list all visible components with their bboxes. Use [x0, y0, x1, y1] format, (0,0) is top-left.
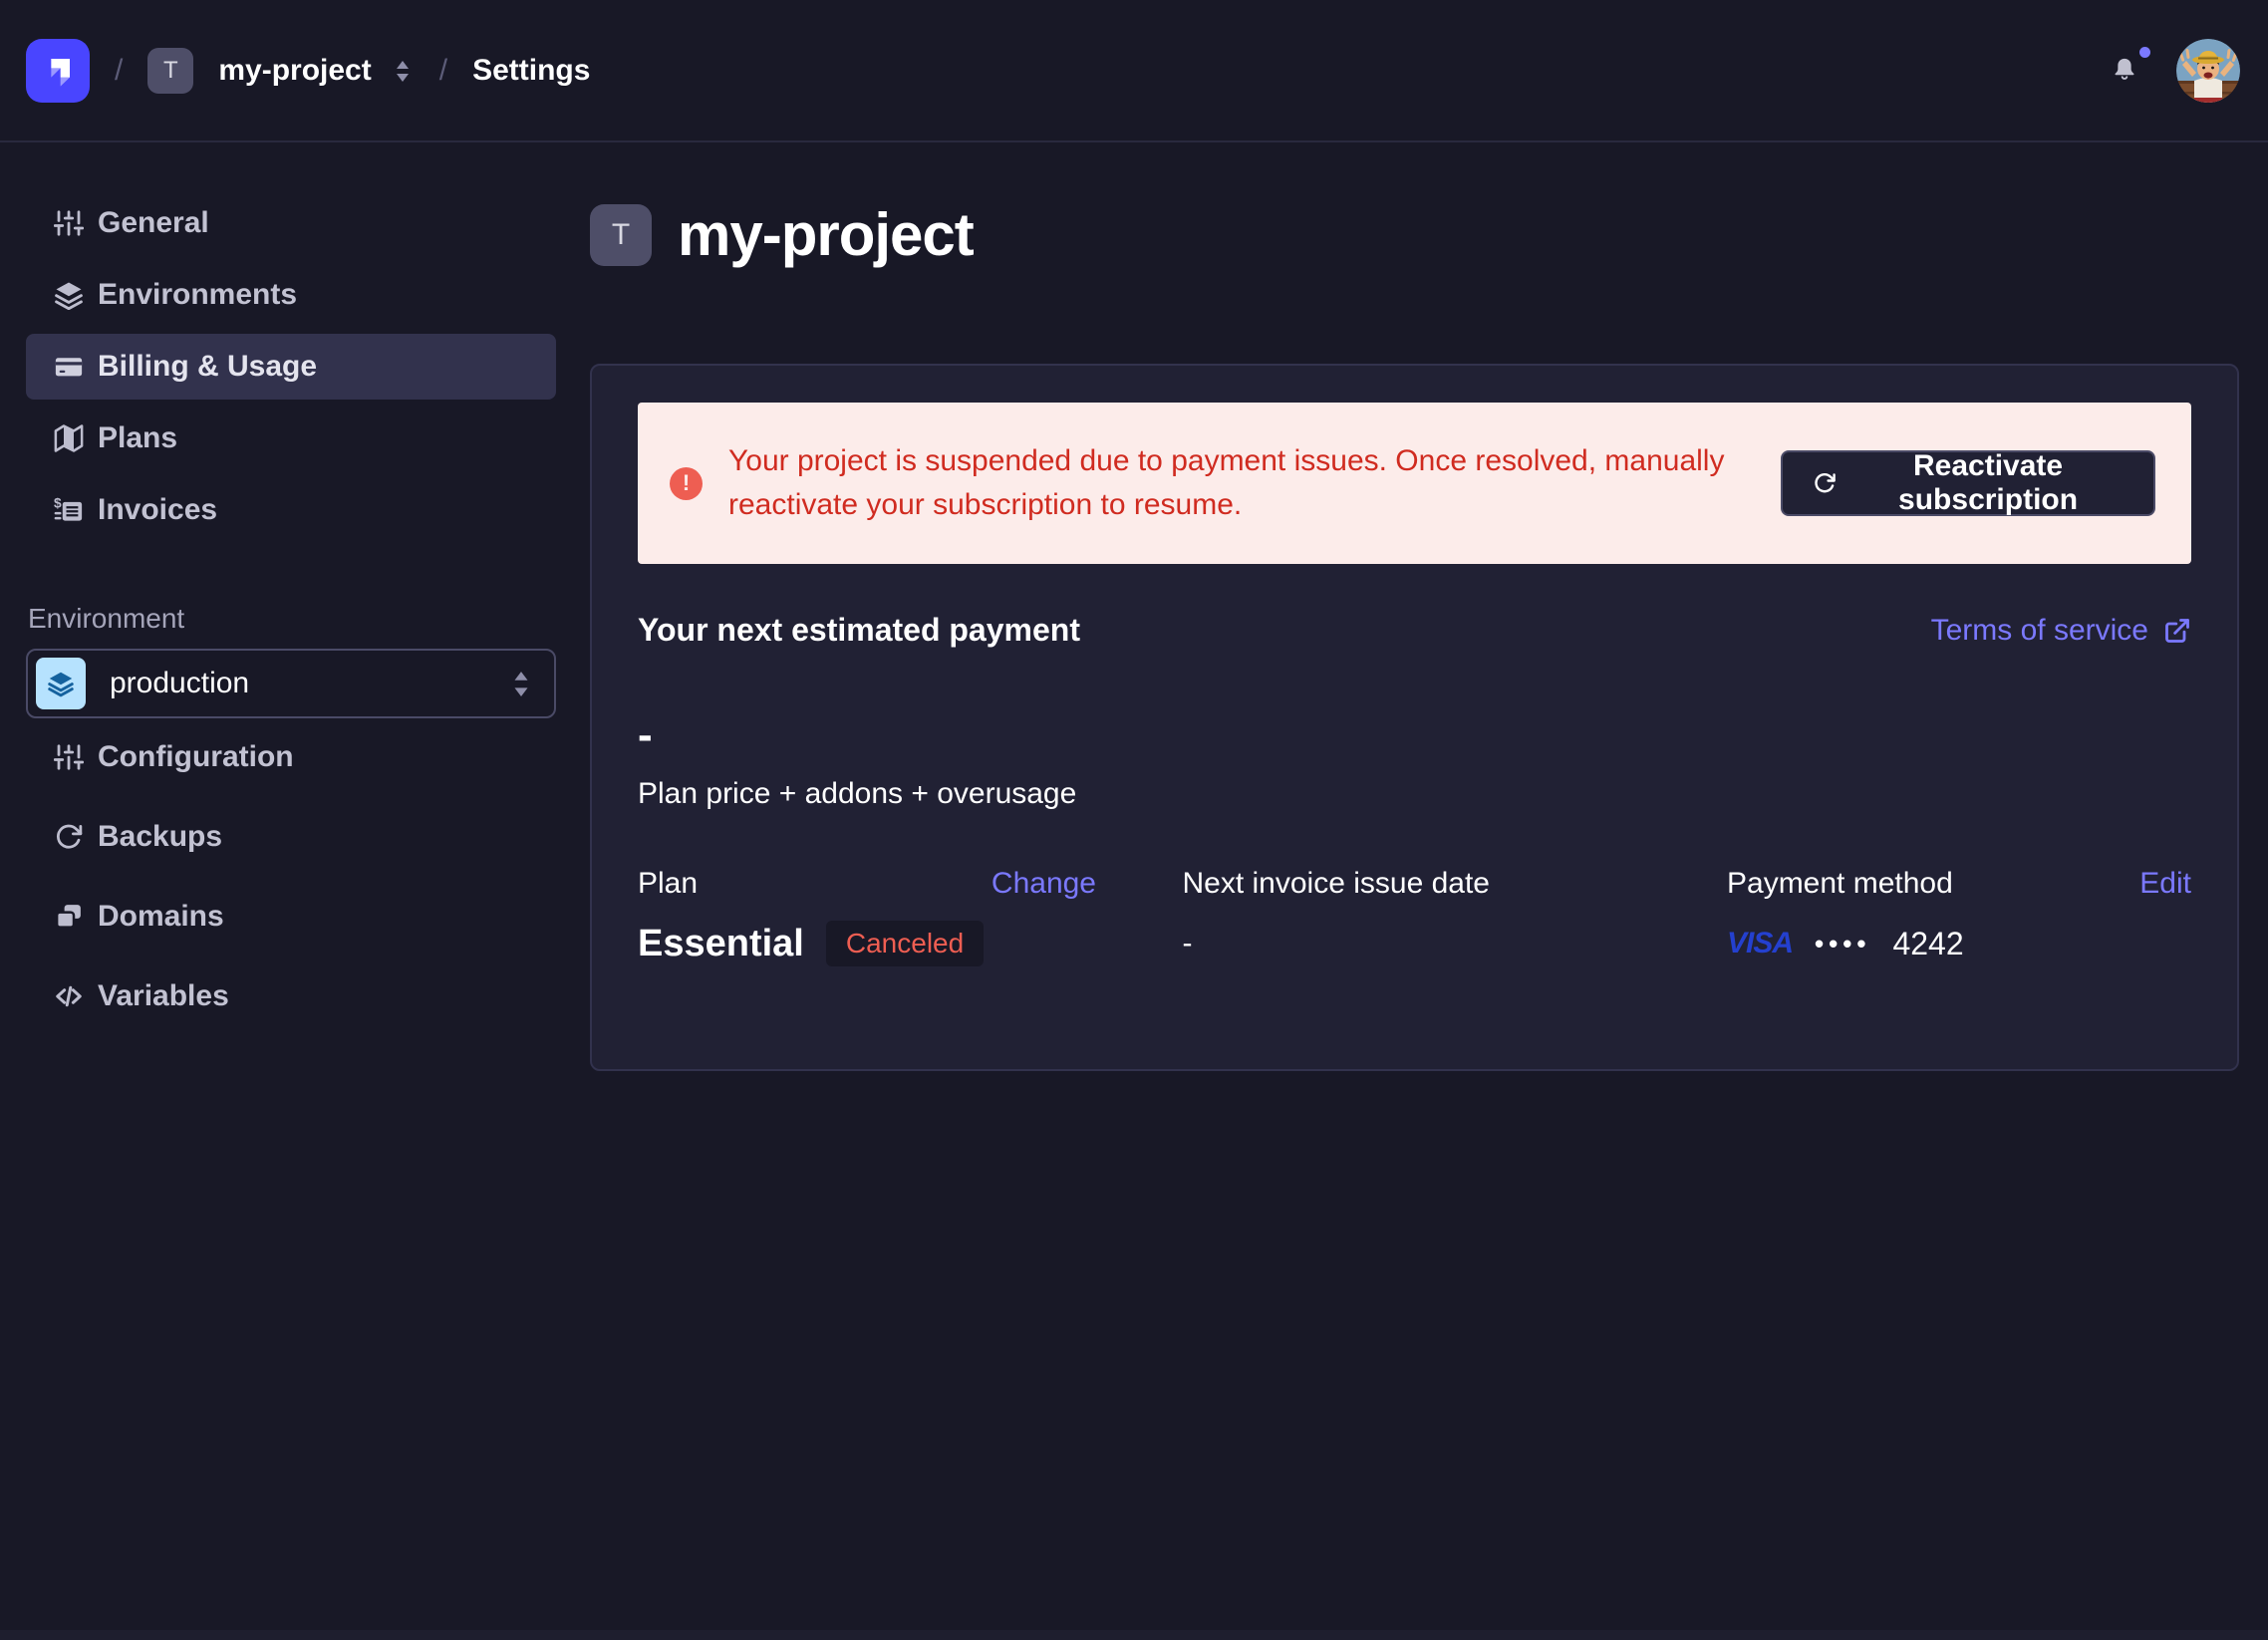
sidebar-item-billing-usage[interactable]: Billing & Usage: [26, 334, 556, 400]
project-switcher-icon[interactable]: [391, 56, 415, 86]
sidebar-item-label: Billing & Usage: [98, 350, 317, 384]
sidebar-item-label: Domains: [98, 900, 224, 934]
svg-text:$: $: [54, 496, 62, 511]
suspension-alert-message: Your project is suspended due to payment…: [728, 439, 1755, 527]
breadcrumb-project-name[interactable]: my-project: [218, 54, 371, 88]
visa-logo: VISA: [1727, 927, 1793, 960]
bell-icon: [2111, 55, 2138, 85]
sliders-icon: [54, 742, 84, 772]
card-number-mask: ••••: [1815, 929, 1870, 959]
external-link-icon: [2163, 617, 2191, 645]
environment-section-label: Environment: [28, 603, 590, 635]
billing-details: Plan Change Essential Canceled Next invo…: [638, 864, 2191, 967]
plan-name: Essential: [638, 923, 804, 965]
edit-payment-method-link[interactable]: Edit: [2139, 864, 2191, 904]
environment-icon: [36, 658, 86, 709]
environment-select[interactable]: production: [26, 649, 556, 718]
project-initial-chip-large: T: [590, 204, 652, 266]
estimated-payment-heading: Your next estimated payment: [638, 612, 1080, 649]
sliders-icon: [54, 208, 84, 238]
sidebar-item-label: Environments: [98, 278, 297, 312]
exclamation-icon: !: [670, 467, 703, 500]
page-title: my-project: [678, 200, 974, 269]
main-content: T my-project ! Your project is suspended…: [590, 142, 2268, 1071]
environment-nav: Configuration Backups Domains Variables: [0, 724, 590, 1029]
breadcrumb-settings[interactable]: Settings: [472, 54, 590, 88]
terms-of-service-link[interactable]: Terms of service: [1931, 614, 2191, 648]
environment-select-value: production: [110, 667, 249, 700]
notification-dot: [2139, 47, 2150, 58]
bottom-strip: [0, 1630, 2268, 1640]
windows-stack-icon: [54, 902, 84, 932]
layers-icon: [54, 280, 84, 310]
payment-header: Your next estimated payment Terms of ser…: [638, 612, 2191, 649]
next-invoice-column: Next invoice issue date -: [1183, 864, 1641, 967]
rotate-cw-icon: [1813, 468, 1837, 498]
change-plan-link[interactable]: Change: [992, 864, 1096, 904]
estimated-payment-description: Plan price + addons + overusage: [638, 774, 2191, 814]
sidebar-item-label: Backups: [98, 820, 222, 854]
sidebar-item-plans[interactable]: Plans: [26, 406, 556, 471]
sidebar-item-environments[interactable]: Environments: [26, 262, 556, 328]
sidebar-item-general[interactable]: General: [26, 190, 556, 256]
sidebar-item-label: Plans: [98, 421, 177, 455]
reactivate-subscription-label: Reactivate subscription: [1852, 449, 2124, 517]
sidebar-item-configuration[interactable]: Configuration: [26, 724, 556, 790]
sidebar-item-label: Configuration: [98, 740, 294, 774]
notifications-button[interactable]: [2111, 55, 2140, 87]
terms-of-service-label: Terms of service: [1931, 614, 2148, 648]
settings-sidebar: General Environments Billing & Usage Pla…: [0, 142, 590, 1640]
topbar-actions: [2111, 39, 2240, 103]
rotate-cw-icon: [54, 822, 84, 852]
credit-card-icon: [54, 352, 84, 382]
card-last4: 4242: [1892, 926, 1963, 962]
code-icon: [54, 981, 84, 1011]
payment-method-label: Payment method: [1727, 864, 1953, 904]
map-icon: [54, 423, 84, 453]
estimated-payment-amount: -: [638, 710, 2191, 760]
project-initial-chip: T: [147, 48, 193, 94]
next-invoice-label: Next invoice issue date: [1183, 864, 1491, 904]
payment-method-column: Payment method Edit VISA •••• 4242: [1727, 864, 2191, 967]
reactivate-subscription-button[interactable]: Reactivate subscription: [1781, 450, 2155, 516]
plan-label: Plan: [638, 864, 698, 904]
sidebar-item-label: Invoices: [98, 493, 217, 527]
billing-card: ! Your project is suspended due to payme…: [590, 364, 2239, 1071]
sidebar-item-label: Variables: [98, 979, 229, 1013]
sidebar-item-domains[interactable]: Domains: [26, 884, 556, 950]
sidebar-item-backups[interactable]: Backups: [26, 804, 556, 870]
topbar: / T my-project / Settings: [0, 0, 2268, 142]
strapi-logo[interactable]: [26, 39, 90, 103]
sidebar-item-variables[interactable]: Variables: [26, 963, 556, 1029]
project-header: T my-project: [590, 200, 2268, 269]
chevron-updown-icon: [508, 667, 534, 700]
breadcrumb-separator: /: [439, 54, 447, 88]
strapi-logo-glyph: [38, 51, 78, 91]
breadcrumb: / T my-project / Settings: [26, 39, 590, 103]
sidebar-item-invoices[interactable]: $ Invoices: [26, 477, 556, 543]
next-invoice-value: -: [1183, 927, 1193, 960]
sidebar-item-label: General: [98, 206, 209, 240]
invoice-icon: $: [54, 495, 84, 525]
plan-column: Plan Change Essential Canceled: [638, 864, 1096, 967]
user-avatar[interactable]: [2176, 39, 2240, 103]
breadcrumb-separator: /: [115, 54, 123, 88]
plan-status-badge: Canceled: [826, 921, 984, 966]
suspension-alert: ! Your project is suspended due to payme…: [638, 403, 2191, 564]
